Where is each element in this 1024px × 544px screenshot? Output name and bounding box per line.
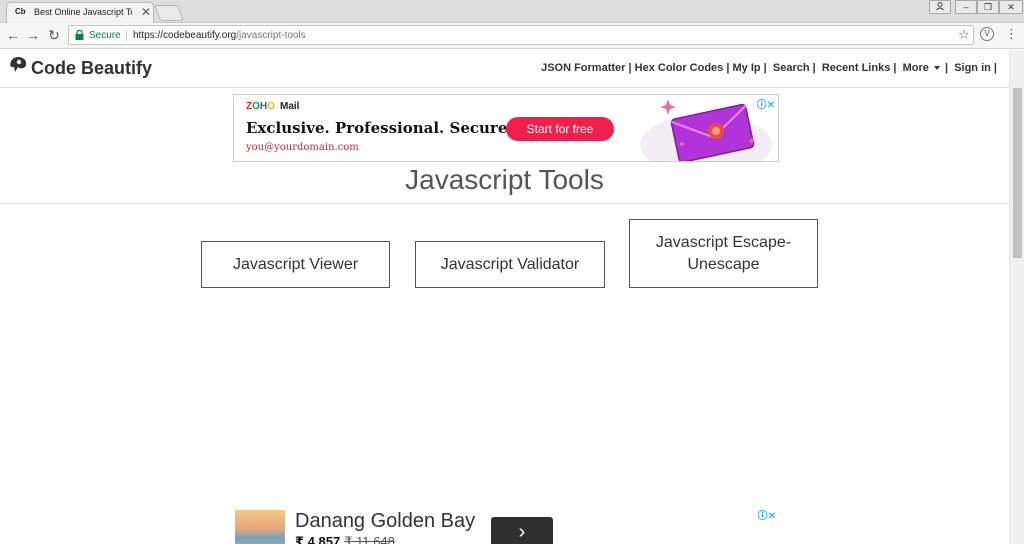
tool-card-javascript-validator[interactable]: Javascript Validator (415, 241, 605, 288)
top-ad-banner[interactable]: ZOHO Mail Exclusive. Professional. Secur… (233, 94, 779, 162)
nav-recent-links[interactable]: Recent Links (822, 62, 890, 74)
ad-cta-button[interactable]: Start for free (506, 117, 614, 141)
browser-tabstrip: Cb Best Online Javascript To ✕ – ❐ ✕ (0, 0, 1024, 23)
hotel-old-price: ₹ 11,648 (344, 534, 395, 544)
nav-json-formatter[interactable]: JSON Formatter (541, 62, 625, 74)
nav-separator: | (763, 62, 767, 74)
ad-choices-icon[interactable]: ⓘ✕ (757, 96, 775, 111)
bottom-ad-banner[interactable]: Danang Golden Bay ₹ 4,857 ₹ 11,648 › ⓘ✕ (233, 506, 779, 544)
scrollbar-thumb[interactable] (1013, 88, 1022, 258)
back-button[interactable]: ← (4, 26, 22, 44)
title-divider (0, 203, 1009, 204)
nav-my-ip[interactable]: My Ip (732, 62, 760, 74)
nav-sign-in[interactable]: Sign in (954, 62, 991, 74)
browser-menu-icon[interactable]: ⋮ (1005, 26, 1018, 42)
site-header: Code Beautify JSON Formatter | Hex Color… (0, 50, 1009, 88)
browser-toolbar: ← → ↻ Secure https://codebeautify.org/ja… (0, 23, 1024, 49)
omnibox-divider (126, 30, 127, 41)
logo-icon[interactable] (8, 55, 30, 75)
chevron-right-icon[interactable]: › (491, 517, 553, 544)
profile-icon[interactable] (929, 0, 951, 14)
secure-label: Secure (89, 30, 121, 41)
tab-title: Best Online Javascript To (34, 7, 132, 17)
address-bar[interactable]: Secure https://codebeautify.org/javascri… (68, 25, 974, 45)
bookmark-star-icon[interactable]: ☆ (958, 27, 970, 43)
nav-more[interactable]: More (903, 62, 942, 74)
ad-email-text: you@yourdomain.com (246, 142, 359, 153)
url-path: /javascript-tools (236, 30, 306, 41)
chevron-down-icon (933, 66, 940, 71)
hotel-price: ₹ 4,857 ₹ 11,648 (295, 534, 395, 544)
minimize-window-button[interactable]: – (955, 0, 977, 14)
top-navigation: JSON Formatter | Hex Color Codes | My Ip… (541, 62, 997, 74)
url-text[interactable]: https://codebeautify.org/javascript-tool… (133, 30, 306, 41)
tab-close-icon[interactable]: ✕ (141, 5, 151, 19)
browser-tab[interactable]: Cb Best Online Javascript To ✕ (6, 2, 154, 23)
nav-more-label: More (902, 62, 929, 74)
nav-separator: | (993, 62, 997, 74)
ad-product-name: Mail (280, 101, 300, 112)
tool-card-javascript-escape-unescape[interactable]: Javascript Escape- Unescape (629, 219, 818, 288)
nav-hex-color-codes[interactable]: Hex Color Codes (635, 62, 724, 74)
forward-button[interactable]: → (24, 26, 42, 44)
lock-icon (75, 30, 84, 40)
hotel-current-price: ₹ 4,857 (295, 534, 341, 544)
nav-separator: | (944, 62, 949, 74)
new-tab-button[interactable] (154, 5, 184, 21)
zoho-logo: ZOHO (246, 101, 275, 112)
hotel-photo (235, 510, 285, 544)
tab-favicon: Cb (15, 7, 26, 16)
nav-separator: | (812, 62, 816, 74)
nav-separator: | (726, 62, 730, 74)
close-window-button[interactable]: ✕ (999, 0, 1023, 14)
nav-search[interactable]: Search (773, 62, 810, 74)
url-host: https://codebeautify.org (133, 30, 237, 41)
hotel-name: Danang Golden Bay (295, 510, 476, 532)
ad-choices-icon[interactable]: ⓘ✕ (758, 507, 776, 522)
page-title: Javascript Tools (405, 164, 604, 195)
envelope-illustration (640, 99, 772, 161)
nav-separator: | (628, 62, 632, 74)
reload-button[interactable]: ↻ (45, 26, 63, 44)
nav-separator: | (893, 62, 897, 74)
tool-card-javascript-viewer[interactable]: Javascript Viewer (201, 241, 390, 288)
ad-headline: Exclusive. Professional. Secure. (246, 119, 513, 137)
restore-window-button[interactable]: ❐ (977, 0, 999, 14)
logo-text[interactable]: Code Beautify (31, 58, 152, 79)
page-scrollbar[interactable] (1009, 50, 1024, 544)
extension-icon[interactable]: V (980, 27, 994, 41)
